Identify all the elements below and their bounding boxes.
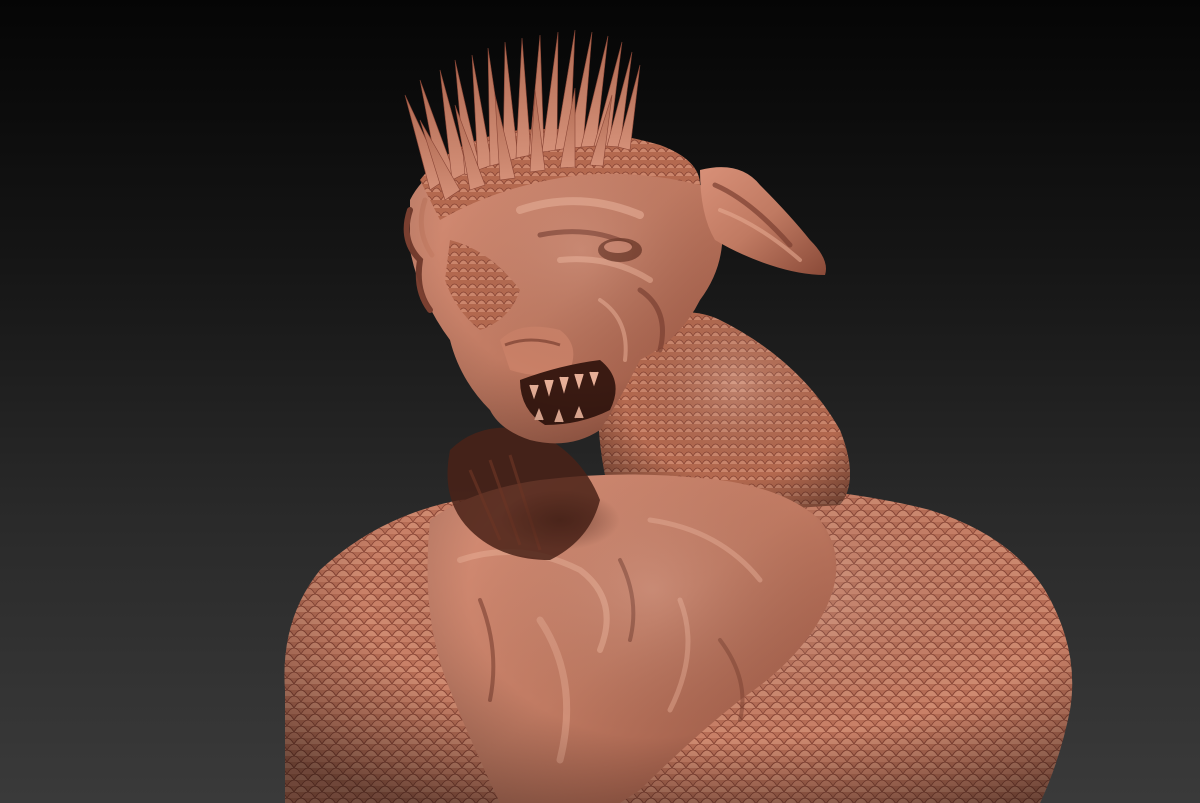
sculpt-render [284,29,1073,803]
sculpt-viewport[interactable] [0,0,1200,803]
jaw-shadow [500,490,620,550]
